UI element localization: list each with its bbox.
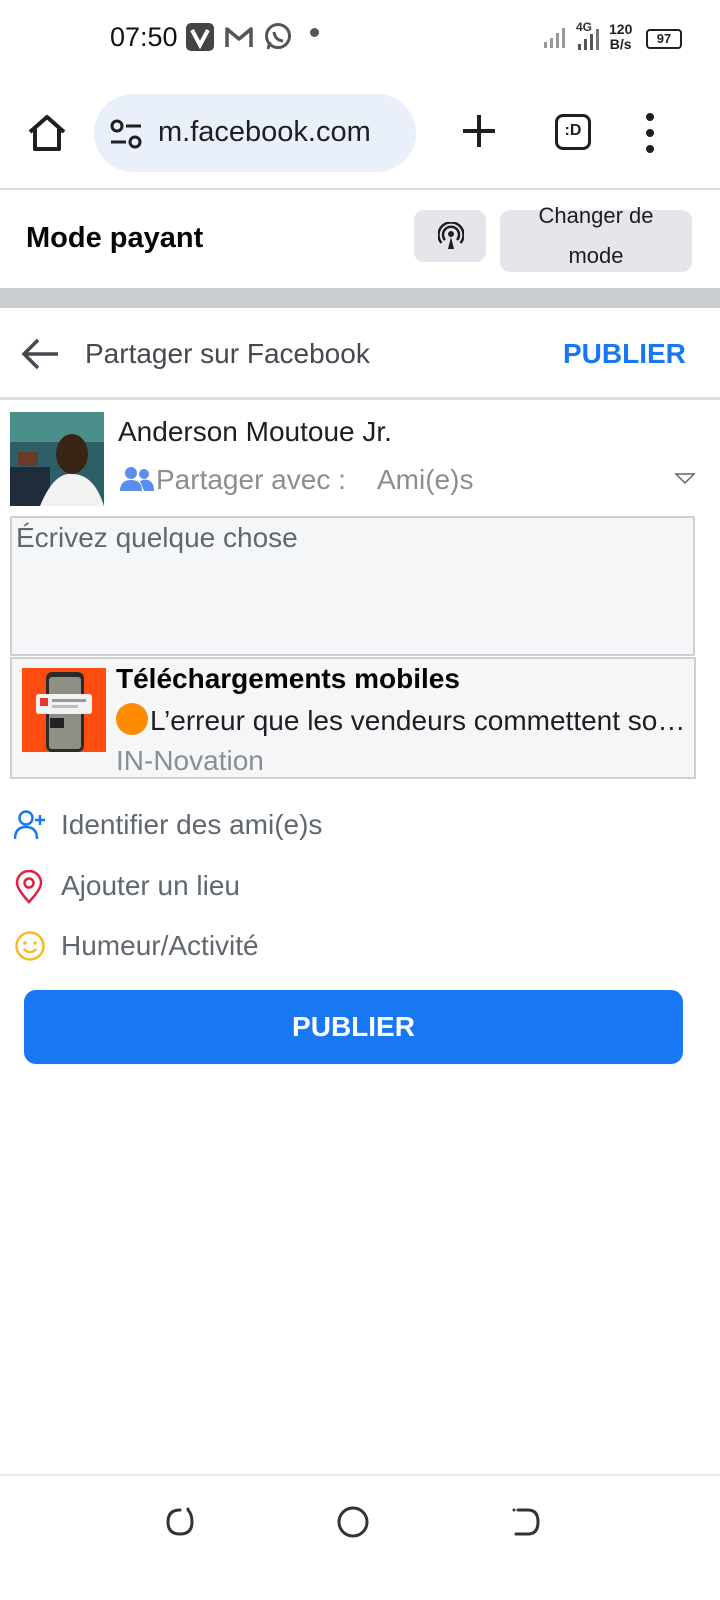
system-nav-bar — [0, 1474, 720, 1600]
url-text: m.facebook.com — [158, 116, 371, 148]
recent-apps-icon[interactable] — [162, 1504, 198, 1540]
post-placeholder: Écrivez quelque chose — [16, 522, 298, 553]
new-tab-icon[interactable] — [458, 110, 500, 152]
signal-1-icon — [544, 28, 565, 48]
mode-title: Mode payant — [26, 222, 204, 254]
battery-indicator: 97 — [646, 29, 682, 49]
post-text-input[interactable]: Écrivez quelque chose — [10, 516, 695, 656]
tab-switcher-button[interactable]: :D — [555, 114, 591, 150]
link-source: IN-Novation — [116, 745, 264, 776]
link-preview-card[interactable]: Téléchargements mobiles L’erreur que les… — [10, 657, 696, 779]
publish-link[interactable]: PUBLIER — [563, 338, 686, 370]
location-pin-icon — [15, 870, 43, 904]
friends-icon — [120, 467, 154, 491]
status-time: 07:50 — [110, 22, 178, 52]
speed-unit: B/s — [609, 36, 632, 52]
site-settings-icon[interactable] — [108, 116, 144, 152]
add-location-label: Ajouter un lieu — [61, 870, 241, 901]
network-speed: 120 B/s — [609, 22, 632, 52]
gmail-icon — [225, 27, 253, 47]
feeling-activity-option[interactable]: Humeur/Activité — [0, 918, 720, 974]
composer-header: Partager sur Facebook PUBLIER — [0, 308, 720, 400]
avatar-photo — [10, 412, 104, 506]
switch-mode-label: Changer de mode — [538, 203, 654, 268]
notification-dot — [310, 28, 319, 37]
back-nav-icon[interactable] — [508, 1504, 544, 1540]
whatsapp-icon — [265, 23, 291, 50]
tag-friends-icon — [14, 810, 45, 840]
link-description: L’erreur que les vendeurs commettent sou… — [116, 703, 692, 737]
address-bar[interactable]: m.facebook.com — [94, 94, 416, 172]
feeling-activity-label: Humeur/Activité — [61, 930, 259, 961]
section-separator — [0, 288, 720, 308]
audience-value: Ami(e)s — [377, 464, 474, 495]
tag-friends-label: Identifier des ami(e)s — [61, 809, 323, 840]
link-thumbnail — [22, 668, 106, 752]
speed-value: 120 — [609, 21, 633, 37]
user-name: Anderson Moutoue Jr. — [118, 416, 392, 447]
chevron-down-icon — [674, 473, 696, 485]
link-title: Téléchargements mobiles — [116, 663, 460, 694]
link-description-text: L’erreur que les vendeurs commettent sou… — [150, 705, 692, 736]
broadcast-icon — [438, 222, 464, 249]
avatar[interactable] — [10, 412, 104, 506]
smiley-icon — [15, 931, 45, 961]
switch-mode-button[interactable]: Changer de mode — [500, 203, 692, 272]
back-arrow-icon[interactable] — [20, 336, 60, 372]
publish-button[interactable]: PUBLIER — [24, 990, 683, 1064]
browser-toolbar: m.facebook.com :D — [0, 86, 720, 188]
orange-circle-emoji — [116, 703, 148, 735]
audience-label: Partager avec : — [156, 464, 346, 495]
add-location-option[interactable]: Ajouter un lieu — [0, 858, 720, 914]
home-nav-icon[interactable] — [335, 1504, 371, 1540]
phone-thumbnail-image — [22, 668, 106, 752]
mode-bar: Mode payant Changer de mode — [0, 190, 720, 288]
composer-title: Partager sur Facebook — [85, 338, 370, 369]
vpn-app-icon — [186, 23, 214, 51]
home-icon[interactable] — [26, 112, 68, 154]
audience-selector[interactable]: Partager avec : Ami(e)s — [120, 462, 700, 502]
signal-2-icon — [578, 29, 599, 50]
free-mode-button[interactable] — [414, 210, 486, 262]
tag-friends-option[interactable]: Identifier des ami(e)s — [0, 797, 720, 853]
more-options-icon[interactable] — [640, 110, 660, 156]
status-bar: 07:50 4G 120 B/s 97 — [0, 0, 720, 80]
